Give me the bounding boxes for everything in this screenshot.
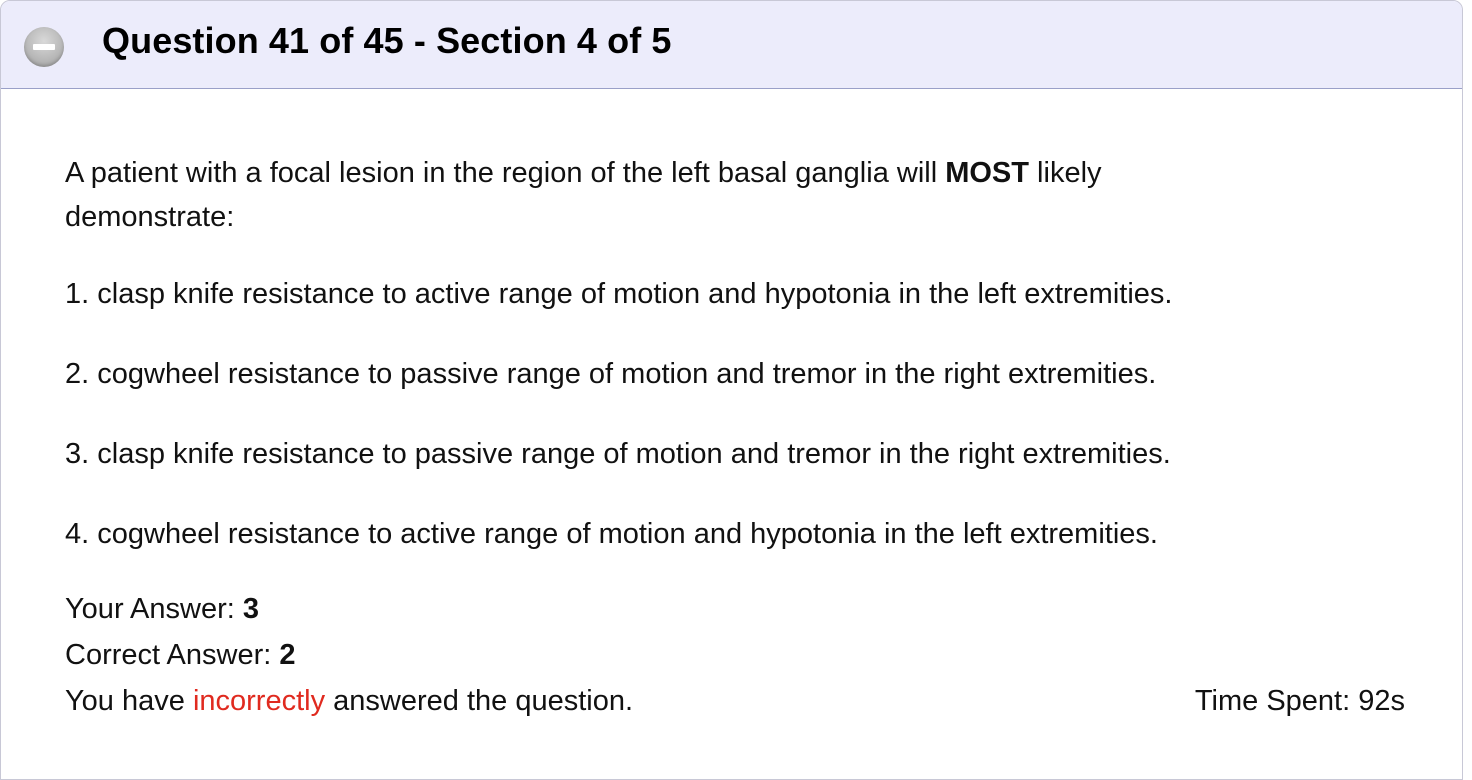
result-status: You have incorrectly answered the questi…	[65, 678, 633, 724]
answer-options: 1. clasp knife resistance to active rang…	[65, 272, 1405, 556]
option-number: 3.	[65, 438, 90, 470]
question-title: Question 41 of 45 - Section 4 of 5	[102, 20, 672, 61]
result-status-row: You have incorrectly answered the questi…	[65, 678, 1405, 724]
your-answer-value: 3	[242, 593, 260, 625]
your-answer-label: Your Answer:	[65, 593, 243, 625]
question-content: A patient with a focal lesion in the reg…	[65, 151, 1405, 724]
stem-text-before: A patient with a focal lesion in the reg…	[65, 157, 946, 189]
option-number: 2.	[65, 358, 90, 390]
question-panel: Question 41 of 45 - Section 4 of 5 A pat…	[0, 0, 1463, 780]
collapse-minus-icon[interactable]	[24, 27, 64, 67]
answer-option-3: 3. clasp knife resistance to passive ran…	[65, 432, 1405, 476]
answer-option-2: 2. cogwheel resistance to passive range …	[65, 352, 1405, 396]
option-text: clasp knife resistance to passive range …	[97, 438, 1171, 470]
correct-answer-label: Correct Answer:	[65, 639, 280, 671]
question-stem: A patient with a focal lesion in the reg…	[65, 151, 1255, 239]
answer-results: Your Answer: 3 Correct Answer: 2 You hav…	[65, 586, 1405, 724]
option-text: cogwheel resistance to passive range of …	[97, 358, 1157, 390]
option-number: 1.	[65, 278, 90, 310]
answer-option-4: 4. cogwheel resistance to active range o…	[65, 512, 1405, 556]
correct-answer: Correct Answer: 2	[65, 632, 1405, 678]
option-text: clasp knife resistance to active range o…	[97, 278, 1173, 310]
stem-emphasis: MOST	[945, 157, 1029, 189]
correct-answer-value: 2	[279, 639, 296, 671]
your-answer: Your Answer: 3	[65, 586, 1405, 632]
option-number: 4.	[65, 518, 90, 550]
status-text-after: answered the question.	[325, 685, 634, 717]
status-incorrect-word: incorrectly	[192, 685, 326, 717]
option-text: cogwheel resistance to active range of m…	[97, 518, 1158, 550]
status-text-before: You have	[65, 685, 193, 717]
answer-option-1: 1. clasp knife resistance to active rang…	[65, 272, 1405, 316]
minus-bar	[33, 44, 55, 50]
question-header: Question 41 of 45 - Section 4 of 5	[1, 1, 1462, 89]
time-spent: Time Spent: 92s	[1194, 685, 1405, 717]
